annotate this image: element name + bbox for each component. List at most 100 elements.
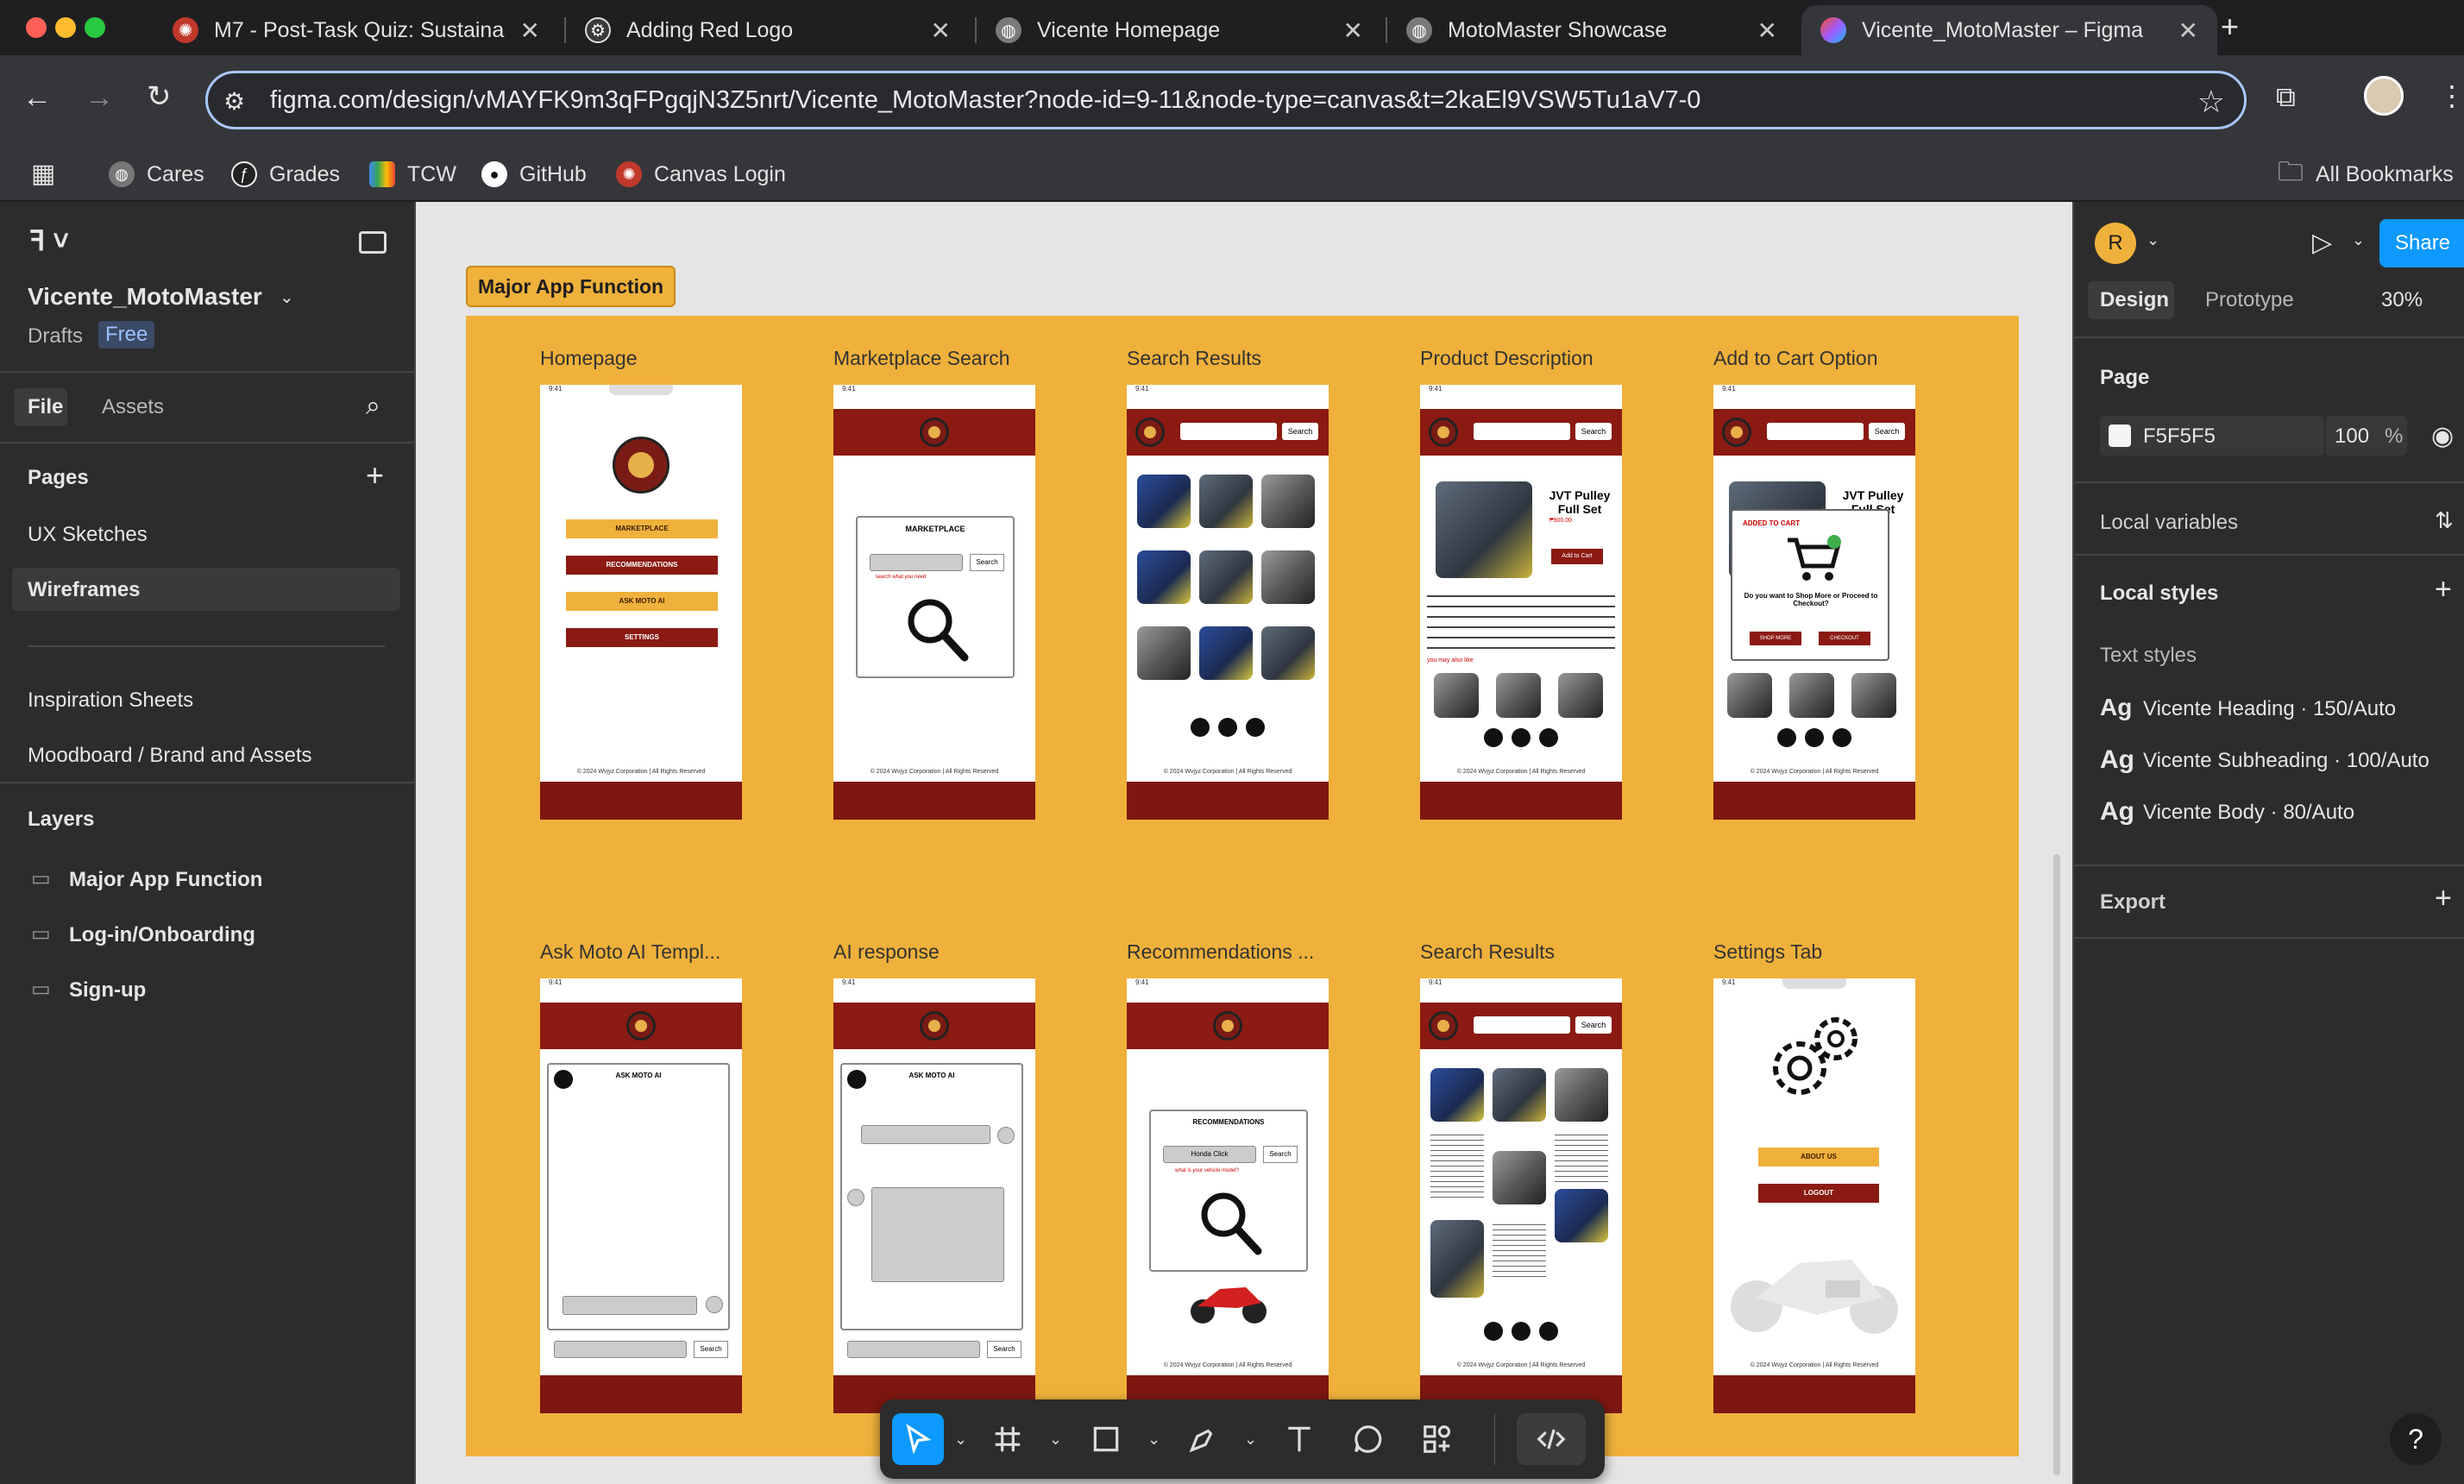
toggle-sidebar-icon[interactable]: [359, 231, 387, 254]
frame-ai-response[interactable]: 9:41 ASK MOTO AI Search: [833, 978, 1035, 1413]
product-thumbnail[interactable]: [1493, 1068, 1546, 1122]
zoom-level[interactable]: 30%: [2381, 288, 2423, 312]
frame-label-settings-tab[interactable]: Settings Tab: [1713, 940, 1822, 964]
close-window-button[interactable]: [26, 17, 47, 38]
product-thumbnail[interactable]: [1199, 475, 1253, 528]
send-button[interactable]: Search: [694, 1341, 728, 1358]
frame-add-to-cart[interactable]: 9:41 Search JVT Pulley Full Set ADDED TO…: [1713, 385, 1915, 820]
frame-label-ai-response[interactable]: AI response: [833, 940, 940, 964]
maximize-window-button[interactable]: [85, 17, 105, 38]
next-page-icon[interactable]: [1832, 728, 1851, 747]
page-color-value[interactable]: F5F5F5: [2143, 424, 2216, 449]
frame-label-add-to-cart[interactable]: Add to Cart Option: [1713, 347, 1878, 370]
product-thumbnail[interactable]: [1493, 1151, 1546, 1204]
frame-tool-icon[interactable]: [982, 1413, 1034, 1465]
product-thumbnail[interactable]: [1430, 1068, 1484, 1122]
layer-item-sign-up[interactable]: Sign-up: [69, 978, 146, 1003]
product-thumbnail[interactable]: [1199, 626, 1253, 680]
extensions-icon[interactable]: ⧉: [2276, 81, 2296, 114]
browser-tab-figma[interactable]: Vicente_MotoMaster – Figma ✕: [1801, 5, 2217, 55]
apps-grid-icon[interactable]: ▦: [31, 159, 55, 189]
add-page-icon[interactable]: +: [366, 457, 384, 494]
frame-label-search-results-2[interactable]: Search Results: [1420, 940, 1555, 964]
text-style-heading[interactable]: Vicente Heading · 150/Auto: [2143, 697, 2396, 721]
marketplace-button[interactable]: MARKETPLACE: [566, 519, 718, 538]
color-swatch[interactable]: [2109, 424, 2131, 447]
search-input[interactable]: [1474, 1016, 1570, 1034]
minimize-window-button[interactable]: [55, 17, 76, 38]
search-button[interactable]: Search: [1263, 1146, 1298, 1163]
all-bookmarks[interactable]: 🗀 All Bookmarks: [2278, 157, 2454, 192]
frame-label-product-description[interactable]: Product Description: [1420, 347, 1593, 370]
variables-icon[interactable]: ⇅: [2435, 507, 2454, 534]
text-style-body[interactable]: Vicente Body · 80/Auto: [2143, 801, 2354, 825]
tab-design[interactable]: Design: [2100, 288, 2169, 312]
prev-page-icon[interactable]: [1484, 1322, 1503, 1341]
search-input[interactable]: [1767, 423, 1864, 440]
product-thumbnail[interactable]: [1137, 626, 1191, 680]
browser-tab-quiz[interactable]: ✺ M7 - Post-Task Quiz: Sustaina ✕: [154, 5, 559, 55]
help-button[interactable]: ?: [2390, 1413, 2442, 1465]
close-tab-icon[interactable]: ✕: [931, 16, 951, 45]
frame-search-results[interactable]: 9:41 Search © 2024 Wvjyz Corporation | A…: [1127, 385, 1329, 820]
product-thumbnail[interactable]: [1496, 673, 1541, 718]
section-major-app-function[interactable]: Homepage Marketplace Search Search Resul…: [466, 316, 2019, 1456]
forward-icon[interactable]: →: [85, 81, 114, 115]
search-input[interactable]: [870, 554, 963, 571]
frame-ask-moto-ai[interactable]: 9:41 ASK MOTO AI Search: [540, 978, 742, 1413]
frame-search-results-2[interactable]: 9:41 Search © 2024 Wvjyz Corporation | A…: [1420, 978, 1622, 1413]
product-thumbnail[interactable]: [1430, 1220, 1484, 1298]
text-tool-icon[interactable]: [1273, 1413, 1325, 1465]
page-item-inspiration-sheets[interactable]: Inspiration Sheets: [28, 689, 193, 713]
dev-mode-toggle-icon[interactable]: [1517, 1413, 1586, 1465]
page-item-moodboard[interactable]: Moodboard / Brand and Assets: [28, 744, 312, 768]
chevron-down-icon[interactable]: ⌄: [1244, 1431, 1257, 1449]
share-button[interactable]: Share: [2379, 219, 2464, 267]
layer-item-onboarding[interactable]: Log-in/Onboarding: [69, 923, 255, 947]
comment-tool-icon[interactable]: [1342, 1413, 1394, 1465]
product-thumbnail[interactable]: [1199, 550, 1253, 604]
actions-tool-icon[interactable]: [1411, 1413, 1463, 1465]
frame-label-marketplace-search[interactable]: Marketplace Search: [833, 347, 1010, 370]
shop-more-button[interactable]: SHOP MORE: [1750, 632, 1801, 645]
send-button[interactable]: Search: [987, 1341, 1021, 1358]
frame-label-recommendations[interactable]: Recommendations ...: [1127, 940, 1314, 964]
bookmark-canvas-login[interactable]: ✺ Canvas Login: [616, 157, 786, 192]
page-item-ux-sketches[interactable]: UX Sketches: [28, 523, 148, 547]
next-page-icon[interactable]: [1539, 1322, 1558, 1341]
page-item-wireframes[interactable]: Wireframes: [28, 578, 141, 602]
browser-tab-vicente-homepage[interactable]: ◍ Vicente Homepage ✕: [977, 5, 1382, 55]
search-input[interactable]: [1474, 423, 1570, 440]
back-icon[interactable]: ←: [22, 81, 52, 115]
product-thumbnail[interactable]: [1434, 673, 1479, 718]
close-tab-icon[interactable]: ✕: [1757, 16, 1777, 45]
ask-moto-ai-button[interactable]: ASK MOTO AI: [566, 592, 718, 611]
next-page-icon[interactable]: [1539, 728, 1558, 747]
reload-icon[interactable]: ↻: [147, 79, 172, 114]
chevron-down-icon[interactable]: ⌄: [2147, 231, 2159, 249]
local-variables[interactable]: Local variables: [2100, 511, 2238, 535]
bookmark-grades[interactable]: ƒ Grades: [231, 157, 340, 192]
figma-menu-icon[interactable]: ꟻ ˅: [29, 224, 69, 257]
browser-tab-red-logo[interactable]: ⚙ Adding Red Logo ✕: [566, 5, 970, 55]
add-to-cart-button[interactable]: Add to Cart: [1551, 549, 1603, 564]
profile-avatar[interactable]: [2364, 76, 2404, 116]
section-label[interactable]: Major App Function: [466, 266, 676, 307]
about-us-button[interactable]: ABOUT US: [1758, 1148, 1879, 1166]
frame-label-search-results[interactable]: Search Results: [1127, 347, 1261, 370]
move-tool-icon[interactable]: [892, 1413, 944, 1465]
prev-page-icon[interactable]: [1484, 728, 1503, 747]
bookmark-github[interactable]: ● GitHub: [481, 157, 587, 192]
search-icon[interactable]: ⌕: [366, 392, 380, 421]
frame-label-homepage[interactable]: Homepage: [540, 347, 638, 370]
search-button[interactable]: Search: [1575, 423, 1612, 440]
frame-product-description[interactable]: 9:41 Search JVT Pulley Full Set ₱900.00 …: [1420, 385, 1622, 820]
product-thumbnail[interactable]: [1261, 626, 1315, 680]
recommendations-button[interactable]: RECOMMENDATIONS: [566, 556, 718, 575]
chat-input[interactable]: [554, 1341, 687, 1358]
chevron-down-icon[interactable]: ⌄: [280, 286, 294, 308]
address-bar[interactable]: ⚙ figma.com/design/vMAYFK9m3qFPgqjN3Z5nr…: [205, 71, 2247, 129]
present-play-icon[interactable]: ▷: [2312, 228, 2332, 258]
add-export-icon[interactable]: +: [2435, 882, 2452, 915]
page-opacity-value[interactable]: 100: [2335, 424, 2369, 449]
